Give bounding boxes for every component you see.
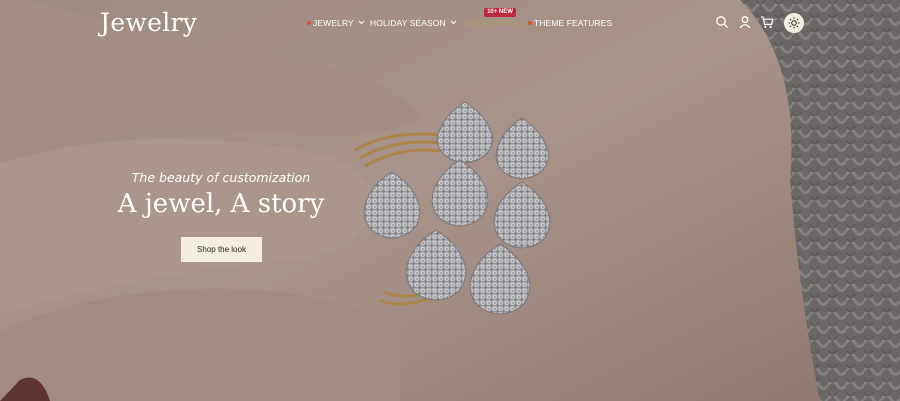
hero-headline: A jewel, A story — [117, 189, 325, 219]
account-button[interactable] — [738, 15, 752, 29]
nav-item-theme-features[interactable]: THEME FEATURES — [528, 16, 612, 30]
nav-item-label: JEWELRY — [313, 18, 354, 28]
nav-item-label: THEME FEATURES — [534, 18, 613, 28]
nav-marker-icon — [307, 20, 311, 25]
site-header: Jewelry 10+ NEW JEWELRY HOLIDAY SEASON S… — [0, 0, 900, 46]
chevron-down-icon — [450, 20, 457, 25]
chevron-down-icon — [358, 20, 365, 25]
nav-item-shop-demos[interactable]: SHOP DEMOS — [464, 16, 522, 30]
account-icon — [739, 16, 751, 29]
nav-marker-icon — [528, 20, 532, 25]
search-icon — [716, 16, 728, 28]
hero-tagline: The beauty of customization — [131, 170, 311, 185]
cart-icon — [761, 16, 774, 28]
nav-item-label: HOLIDAY SEASON — [370, 18, 446, 28]
cart-button[interactable] — [760, 15, 774, 29]
search-button[interactable] — [715, 15, 729, 29]
nav-item-jewelry[interactable]: JEWELRY — [307, 16, 365, 30]
brand-logo[interactable]: Jewelry — [100, 6, 197, 40]
theme-toggle-button[interactable] — [784, 13, 804, 33]
sun-icon — [788, 17, 800, 29]
shop-the-look-button[interactable]: Shop the look — [181, 237, 262, 262]
nav-item-holiday-season[interactable]: HOLIDAY SEASON — [370, 16, 457, 30]
nav-item-label: SHOP DEMOS — [464, 18, 523, 28]
